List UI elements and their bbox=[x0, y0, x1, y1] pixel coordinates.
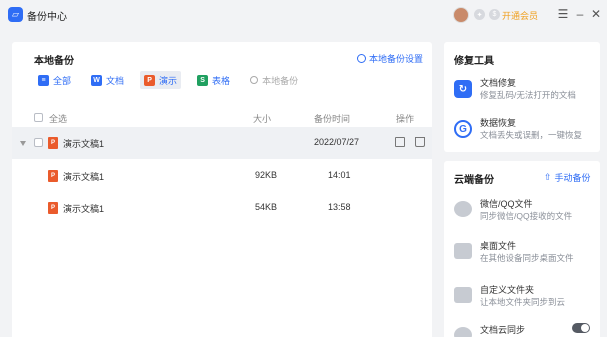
column-size: 大小 bbox=[253, 114, 272, 124]
wechat-icon bbox=[454, 201, 472, 217]
tool-desc: 文档丢失或误删，一键恢复 bbox=[480, 130, 583, 140]
doc-repair-icon: ↻ bbox=[454, 80, 472, 98]
filter-label: 演示 bbox=[159, 75, 178, 86]
table-row[interactable]: P 演示文稿1 54KB 13:58 bbox=[12, 192, 432, 224]
app-logo-icon: ▱ bbox=[8, 7, 23, 22]
folder-icon bbox=[454, 287, 472, 303]
file-name: 演示文稿1 bbox=[63, 139, 105, 149]
ppt-icon: P bbox=[144, 74, 156, 86]
list-icon: ≡ bbox=[38, 74, 49, 86]
close-icon[interactable]: ✕ bbox=[589, 6, 603, 22]
wechat-qq-sync-item[interactable]: 微信/QQ文件 同步微信/QQ接收的文件 bbox=[454, 197, 594, 227]
search-placeholder: 本地备份 bbox=[262, 75, 299, 86]
filter-doc[interactable]: W 文档 bbox=[87, 71, 128, 89]
table-header: 全选 大小 备份时间 操作 bbox=[12, 109, 432, 127]
cloud-backup-title: 云端备份 bbox=[454, 175, 494, 186]
table-row[interactable]: P 演示文稿1 92KB 14:01 bbox=[12, 160, 432, 192]
folder-icon[interactable] bbox=[395, 137, 405, 147]
filter-label: 文档 bbox=[106, 75, 125, 86]
avatar[interactable] bbox=[453, 7, 469, 23]
local-backup-title: 本地备份 bbox=[34, 56, 74, 67]
doc-repair-tool[interactable]: ↻ 文档修复 修复乱码/无法打开的文档 bbox=[454, 76, 594, 106]
cloud-backup-panel: 云端备份 ⇧ 手动备份 微信/QQ文件 同步微信/QQ接收的文件 桌面文件 在其… bbox=[444, 161, 600, 337]
cloud-item-name: 文档云同步 bbox=[480, 325, 526, 335]
select-all-label: 全选 bbox=[49, 114, 68, 124]
tool-name: 数据恢复 bbox=[480, 118, 517, 128]
data-recovery-icon: G bbox=[454, 120, 472, 138]
tool-desc: 修复乱码/无法打开的文档 bbox=[480, 90, 576, 100]
doc-cloud-sync-toggle[interactable] bbox=[572, 323, 590, 333]
word-icon: W bbox=[91, 74, 103, 86]
manual-backup-label: 手动备份 bbox=[554, 173, 591, 183]
search-input[interactable]: 本地备份 bbox=[246, 71, 302, 89]
select-all-checkbox[interactable] bbox=[34, 113, 43, 122]
sheet-icon: S bbox=[197, 74, 209, 86]
title-bar: ▱ 备份中心 ✦ $ 开通会员 ☰ – ✕ bbox=[0, 0, 607, 30]
filter-presentation[interactable]: P 演示 bbox=[140, 71, 182, 89]
column-action: 操作 bbox=[396, 114, 415, 124]
cloud-item-desc: 在其他设备同步桌面文件 bbox=[480, 253, 574, 263]
row-checkbox[interactable] bbox=[34, 138, 43, 147]
cloud-item-name: 微信/QQ文件 bbox=[480, 199, 533, 209]
desktop-sync-item[interactable]: 桌面文件 在其他设备同步桌面文件 bbox=[454, 239, 594, 269]
expand-caret-icon[interactable] bbox=[20, 141, 26, 146]
cloud-item-desc: 同步微信/QQ接收的文件 bbox=[480, 211, 573, 221]
data-recovery-tool[interactable]: G 数据恢复 文档丢失或误删，一键恢复 bbox=[454, 116, 594, 146]
cloud-item-name: 自定义文件夹 bbox=[480, 285, 535, 295]
vip-link[interactable]: 开通会员 bbox=[502, 9, 538, 22]
table-row-group[interactable]: P 演示文稿1 2022/07/27 bbox=[12, 127, 432, 159]
column-time: 备份时间 bbox=[314, 114, 351, 124]
file-name: 演示文稿1 bbox=[63, 204, 105, 214]
local-backup-settings-link[interactable]: 本地备份设置 bbox=[357, 52, 423, 65]
tool-name: 文档修复 bbox=[480, 78, 517, 88]
ppt-file-icon: P bbox=[48, 202, 58, 214]
cloud-sync-icon bbox=[454, 327, 472, 337]
settings-circle-icon[interactable]: ✦ bbox=[474, 9, 485, 20]
backup-time: 13:58 bbox=[328, 202, 351, 212]
filter-bar: ≡ 全部 W 文档 P 演示 S 表格 本地备份 bbox=[34, 71, 314, 89]
delete-icon[interactable] bbox=[415, 137, 425, 147]
manual-backup-link[interactable]: ⇧ 手动备份 bbox=[544, 171, 591, 184]
repair-tools-title: 修复工具 bbox=[454, 56, 494, 67]
gear-icon bbox=[357, 54, 366, 63]
backup-time: 14:01 bbox=[328, 170, 351, 180]
minimize-icon[interactable]: – bbox=[573, 6, 587, 22]
desktop-icon bbox=[454, 243, 472, 259]
menu-icon[interactable]: ☰ bbox=[556, 6, 570, 22]
search-icon bbox=[250, 76, 259, 84]
ppt-file-icon: P bbox=[48, 137, 58, 149]
local-backup-panel: 本地备份 本地备份设置 ≡ 全部 W 文档 P 演示 S 表格 本地备份 全选 … bbox=[12, 42, 432, 337]
custom-folder-sync-item[interactable]: 自定义文件夹 让本地文件夹同步到云 bbox=[454, 283, 594, 313]
filter-all[interactable]: ≡ 全部 bbox=[34, 71, 75, 89]
file-name: 演示文稿1 bbox=[63, 172, 105, 182]
file-size: 92KB bbox=[255, 170, 278, 180]
backup-date: 2022/07/27 bbox=[314, 137, 360, 147]
app-title: 备份中心 bbox=[27, 12, 67, 23]
cloud-item-name: 桌面文件 bbox=[480, 241, 517, 251]
coin-icon[interactable]: $ bbox=[489, 9, 500, 20]
filter-label: 全部 bbox=[53, 75, 72, 86]
file-size: 54KB bbox=[255, 202, 278, 212]
repair-tools-panel: 修复工具 ↻ 文档修复 修复乱码/无法打开的文档 G 数据恢复 文档丢失或误删，… bbox=[444, 42, 600, 152]
filter-sheet[interactable]: S 表格 bbox=[193, 71, 234, 89]
ppt-file-icon: P bbox=[48, 170, 58, 182]
upload-icon: ⇧ bbox=[544, 172, 552, 182]
cloud-item-desc: 让本地文件夹同步到云 bbox=[480, 297, 566, 307]
local-backup-settings-label: 本地备份设置 bbox=[369, 54, 424, 64]
filter-label: 表格 bbox=[212, 75, 231, 86]
